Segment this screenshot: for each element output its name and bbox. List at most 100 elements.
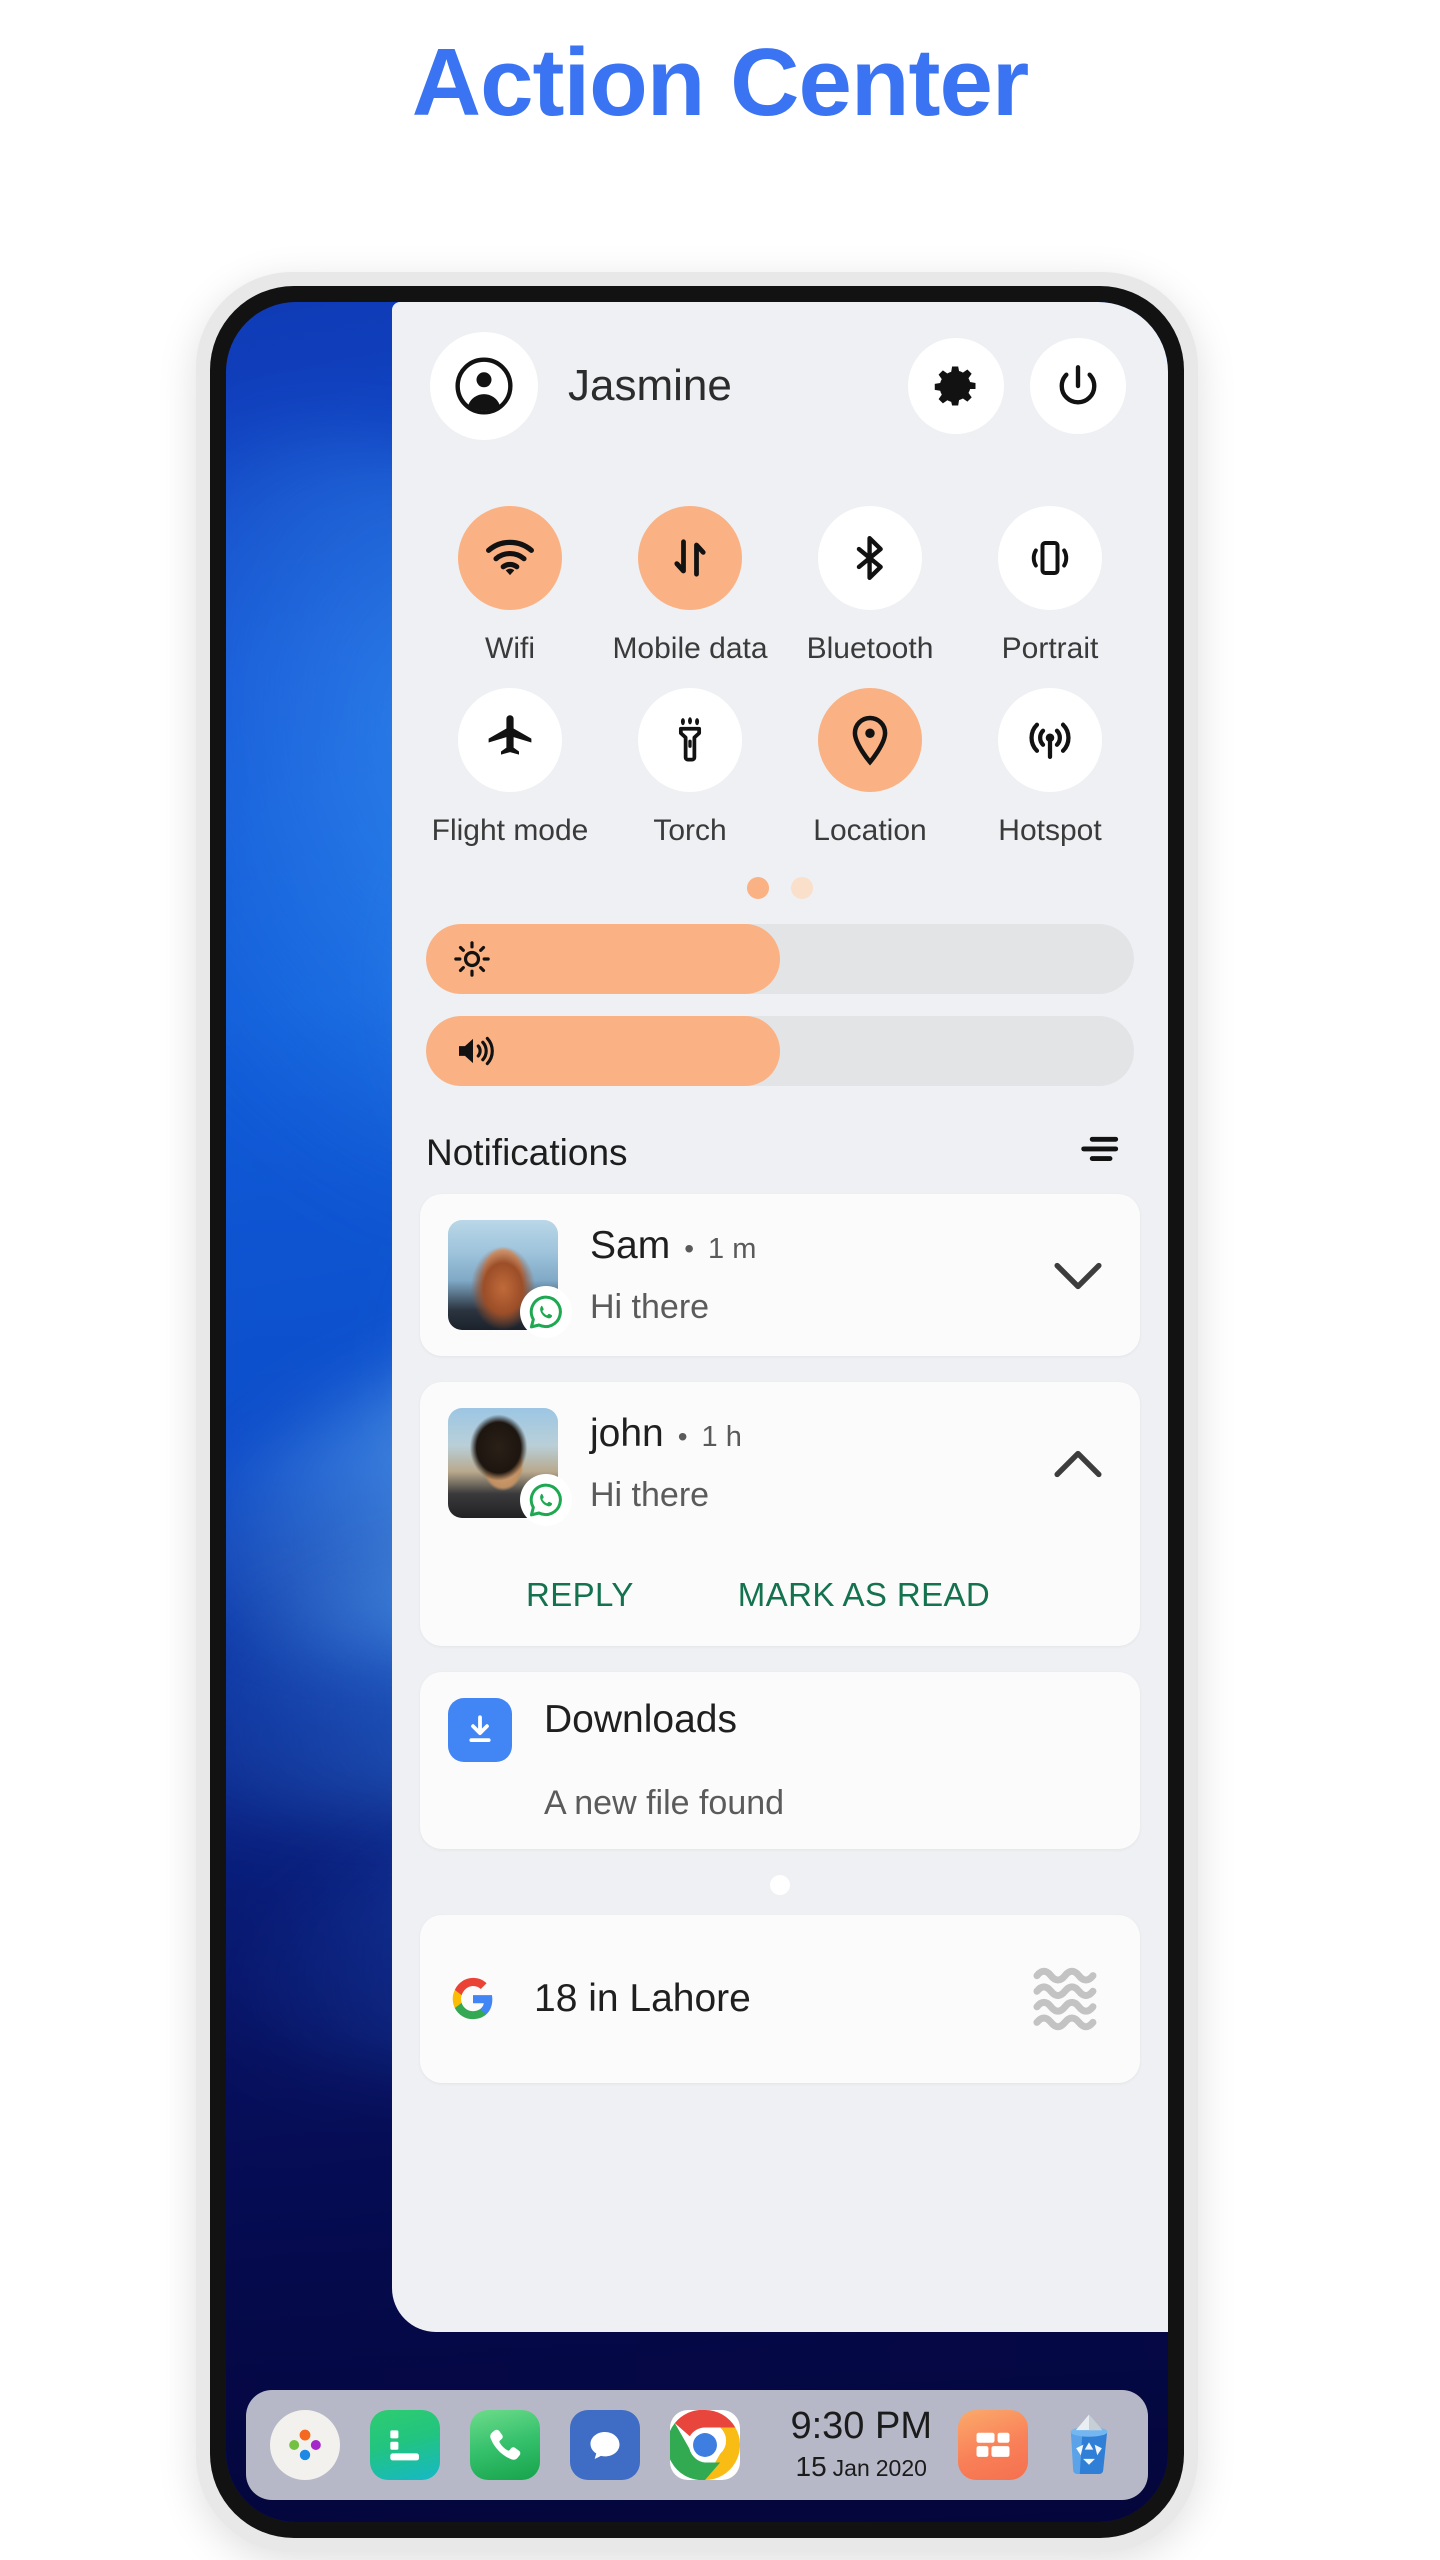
whatsapp-icon bbox=[520, 1286, 572, 1338]
google-g-icon bbox=[448, 1974, 498, 2024]
notes-icon[interactable] bbox=[370, 2410, 440, 2480]
downloads-subtitle: A new file found bbox=[544, 1784, 785, 1822]
quick-toggles-row-2: Flight mode Torch Location Hotspot bbox=[426, 688, 1134, 848]
toggle-wifi-label: Wifi bbox=[485, 632, 535, 665]
toggle-mobile-data-label: Mobile data bbox=[612, 632, 768, 665]
notification-separator: • bbox=[677, 1421, 688, 1452]
phone-bezel: Jasmine Wifi Mobile data Bluetooth Portr… bbox=[210, 286, 1184, 2538]
toggle-hotspot-label: Hotspot bbox=[998, 814, 1102, 847]
portrait-icon bbox=[1031, 541, 1069, 575]
toggle-wifi-circle bbox=[458, 506, 562, 610]
page-title: Action Center bbox=[411, 29, 1029, 136]
toggle-portrait[interactable]: Portrait bbox=[966, 506, 1134, 666]
downloads-title: Downloads bbox=[544, 1698, 737, 1741]
toggle-wifi[interactable]: Wifi bbox=[426, 506, 594, 666]
power-button[interactable] bbox=[1030, 338, 1126, 434]
dock-app-icons bbox=[270, 2410, 740, 2480]
brightness-slider[interactable] bbox=[426, 924, 1134, 994]
app-drawer-icon[interactable] bbox=[270, 2410, 340, 2480]
toggle-mobile-data-circle bbox=[638, 506, 742, 610]
toggle-bluetooth[interactable]: Bluetooth bbox=[786, 506, 954, 666]
reply-button[interactable]: REPLY bbox=[526, 1576, 634, 1614]
notification-avatar-john bbox=[448, 1408, 572, 1526]
notification-card-sam-top: Sam • 1 m Hi there bbox=[448, 1220, 1112, 1338]
quick-toggles: Wifi Mobile data Bluetooth Portrait Flig… bbox=[392, 470, 1168, 906]
action-center-header: Jasmine bbox=[392, 302, 1168, 470]
page-root: Action Center Jasmine Wifi Mobile data B… bbox=[0, 0, 1440, 2560]
toggle-torch-circle bbox=[638, 688, 742, 792]
phone-device-frame: Jasmine Wifi Mobile data Bluetooth Portr… bbox=[196, 272, 1198, 2552]
toggle-flight-mode-label: Flight mode bbox=[431, 814, 589, 847]
notification-drag-handle[interactable] bbox=[770, 1875, 790, 1895]
notification-sender: Sam bbox=[590, 1224, 671, 1267]
messages-icon[interactable] bbox=[570, 2410, 640, 2480]
chevron-up-icon bbox=[1054, 1450, 1102, 1478]
action-center-panel: Jasmine Wifi Mobile data Bluetooth Portr… bbox=[392, 302, 1168, 2332]
volume-speaker-icon bbox=[452, 1030, 494, 1072]
bluetooth-icon bbox=[856, 536, 883, 580]
user-name: Jasmine bbox=[568, 361, 732, 410]
notification-settings-icon bbox=[1081, 1136, 1119, 1161]
toggle-hotspot[interactable]: Hotspot bbox=[966, 688, 1134, 848]
toggle-bluetooth-label: Bluetooth bbox=[806, 632, 934, 665]
toggle-location-label: Location bbox=[813, 814, 927, 847]
google-weather-text: 18 in Lahore bbox=[534, 1977, 751, 2020]
notification-expand-button-sam[interactable] bbox=[1044, 1242, 1112, 1310]
dock-time: 9:30 PM bbox=[790, 2405, 932, 2447]
dock: 9:30 PM 15 Jan 2020 bbox=[246, 2390, 1148, 2500]
toggle-torch-label: Torch bbox=[653, 814, 727, 847]
notification-body-sam: Sam • 1 m Hi there bbox=[590, 1220, 1044, 1327]
haze-waves-icon bbox=[1028, 1961, 1112, 2037]
notification-settings-button[interactable] bbox=[1080, 1134, 1126, 1173]
phone-screen: Jasmine Wifi Mobile data Bluetooth Portr… bbox=[226, 302, 1168, 2522]
notification-collapse-button-john[interactable] bbox=[1044, 1430, 1112, 1498]
google-weather-row: 18 in Lahore bbox=[448, 1961, 1112, 2037]
widgets-grid-icon[interactable] bbox=[958, 2410, 1028, 2480]
chevron-down-icon bbox=[1054, 1262, 1102, 1290]
notification-avatar-sam bbox=[448, 1220, 572, 1338]
notification-message: Hi there bbox=[590, 1288, 710, 1326]
page-indicator-dots bbox=[426, 870, 1134, 906]
location-pin-icon bbox=[852, 715, 888, 766]
gear-icon bbox=[934, 366, 976, 406]
page-dot-1[interactable] bbox=[747, 877, 769, 899]
toggle-portrait-circle bbox=[998, 506, 1102, 610]
download-icon bbox=[448, 1698, 512, 1762]
notification-card-john-top: john • 1 h Hi there bbox=[448, 1408, 1112, 1526]
notification-body-john: john • 1 h Hi there bbox=[590, 1408, 1044, 1515]
mark-as-read-button[interactable]: MARK AS READ bbox=[738, 1576, 990, 1614]
toggle-location[interactable]: Location bbox=[786, 688, 954, 848]
dock-tray bbox=[958, 2410, 1124, 2480]
recycle-bin-icon[interactable] bbox=[1054, 2410, 1124, 2480]
notification-list: Sam • 1 m Hi there john • 1 h Hi there R… bbox=[392, 1194, 1168, 2083]
toggle-mobile-data[interactable]: Mobile data bbox=[606, 506, 774, 666]
notification-actions-john: REPLY MARK AS READ bbox=[448, 1518, 1112, 1620]
hotspot-icon bbox=[1029, 722, 1071, 760]
sliders-group bbox=[392, 906, 1168, 1086]
toggle-torch[interactable]: Torch bbox=[606, 688, 774, 848]
toggle-flight-mode[interactable]: Flight mode bbox=[426, 688, 594, 848]
chrome-icon[interactable] bbox=[670, 2410, 740, 2480]
phone-icon[interactable] bbox=[470, 2410, 540, 2480]
notification-card-downloads[interactable]: Downloads A new file found bbox=[420, 1672, 1140, 1849]
notifications-header: Notifications bbox=[392, 1108, 1168, 1194]
page-dot-2[interactable] bbox=[791, 877, 813, 899]
volume-slider[interactable] bbox=[426, 1016, 1134, 1086]
brightness-sun-icon bbox=[452, 939, 492, 979]
flashlight-icon bbox=[678, 717, 702, 762]
dock-date-year: 2020 bbox=[875, 2455, 927, 2481]
notification-card-john[interactable]: john • 1 h Hi there REPLY MARK AS READ bbox=[420, 1382, 1140, 1646]
dock-clock[interactable]: 9:30 PM 15 Jan 2020 bbox=[790, 2407, 932, 2483]
dock-date-month: Jan bbox=[832, 2455, 870, 2481]
avatar[interactable] bbox=[430, 332, 538, 440]
dock-date: 15 Jan 2020 bbox=[790, 2451, 932, 2483]
notification-card-sam[interactable]: Sam • 1 m Hi there bbox=[420, 1194, 1140, 1356]
notification-time: 1 h bbox=[701, 1421, 742, 1453]
notification-card-google-weather[interactable]: 18 in Lahore bbox=[420, 1915, 1140, 2083]
downloads-top-row: Downloads bbox=[448, 1698, 1112, 1762]
notifications-title: Notifications bbox=[426, 1132, 628, 1173]
toggle-flight-mode-circle bbox=[458, 688, 562, 792]
settings-button[interactable] bbox=[908, 338, 1004, 434]
account-circle-icon bbox=[455, 357, 513, 415]
notification-separator: • bbox=[684, 1233, 695, 1264]
